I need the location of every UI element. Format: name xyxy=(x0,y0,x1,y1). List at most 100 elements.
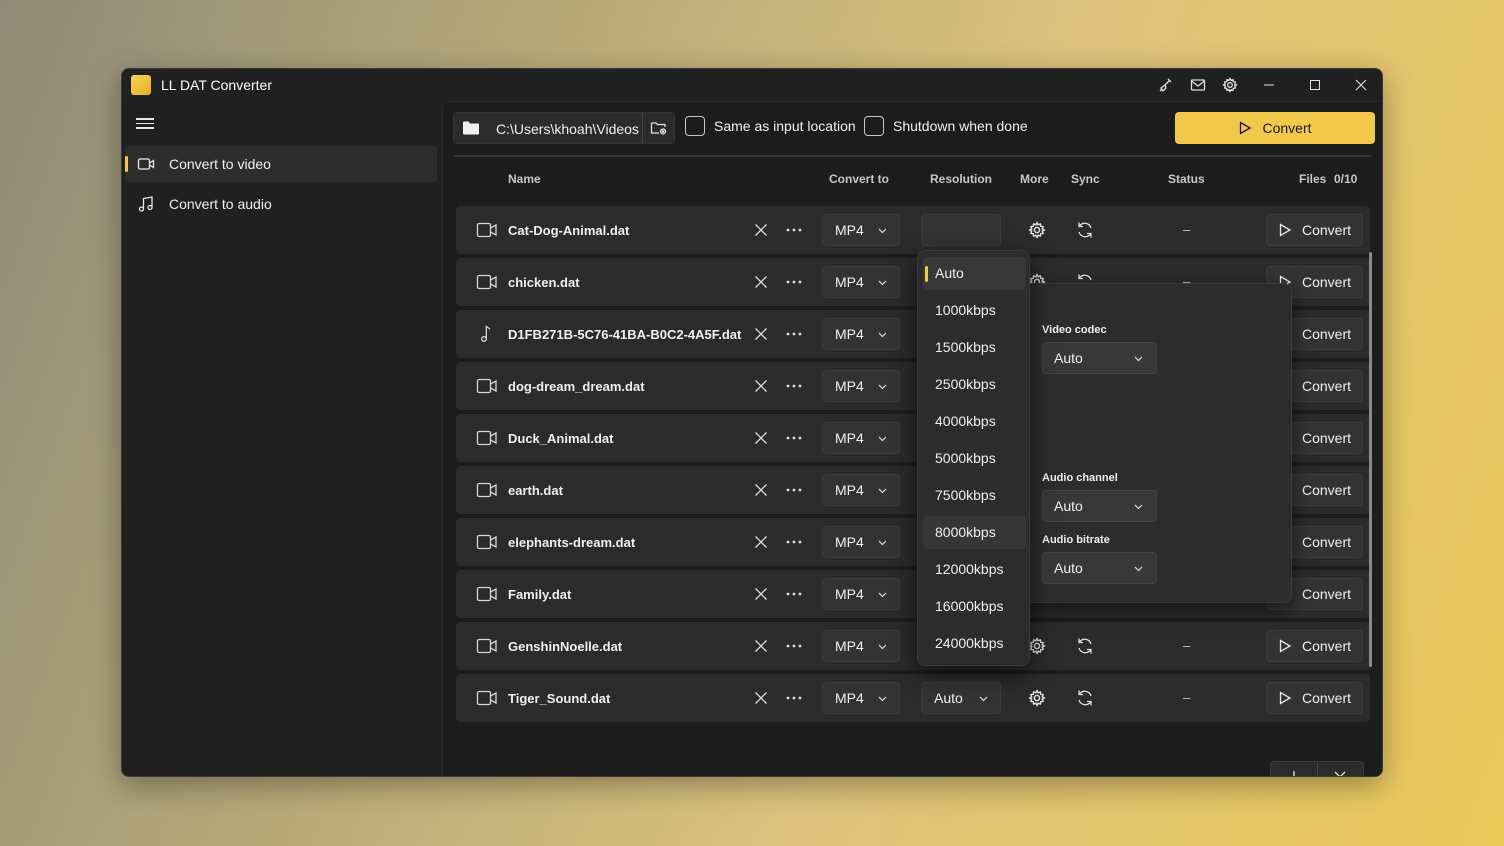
more-options-icon[interactable] xyxy=(786,540,802,544)
title-bar: LL DAT Converter xyxy=(122,69,1382,101)
bitrate-option[interactable]: 8000kbps xyxy=(923,516,1026,549)
checkbox-box[interactable] xyxy=(685,116,705,136)
file-name: Tiger_Sound.dat xyxy=(508,691,611,706)
format-dropdown[interactable]: MP4 xyxy=(822,370,900,402)
bitrate-option[interactable]: 24000kbps xyxy=(923,627,1026,660)
bitrate-option[interactable]: 12000kbps xyxy=(923,553,1026,586)
bitrate-option[interactable]: 7500kbps xyxy=(923,479,1026,512)
maximize-button[interactable] xyxy=(1292,69,1338,101)
format-dropdown[interactable]: MP4 xyxy=(822,474,900,506)
bitrate-option[interactable]: 16000kbps xyxy=(923,590,1026,623)
file-row[interactable]: GenshinNoelle.datMP4Auto–Convert xyxy=(456,622,1370,670)
format-dropdown[interactable]: MP4 xyxy=(822,422,900,454)
play-icon xyxy=(1279,223,1292,237)
format-dropdown[interactable]: MP4 xyxy=(822,526,900,558)
convert-file-button[interactable]: Convert xyxy=(1266,214,1363,246)
more-options-icon[interactable] xyxy=(786,228,802,232)
bitrate-option[interactable]: 2500kbps xyxy=(923,368,1026,401)
sync-icon[interactable] xyxy=(1076,221,1094,239)
chevron-down-icon xyxy=(878,228,887,234)
video-codec-value: Auto xyxy=(1054,350,1083,366)
app-title: LL DAT Converter xyxy=(161,77,273,93)
video-icon xyxy=(476,638,497,654)
bitrate-option[interactable]: 4000kbps xyxy=(923,405,1026,438)
video-codec-dropdown[interactable]: Auto xyxy=(1042,342,1157,374)
format-dropdown[interactable]: MP4 xyxy=(822,578,900,610)
bitrate-option[interactable]: 5000kbps xyxy=(923,442,1026,475)
format-dropdown[interactable]: MP4 xyxy=(822,266,900,298)
scrollbar[interactable] xyxy=(1369,252,1372,667)
clear-all-button[interactable] xyxy=(1316,762,1364,776)
column-header-sync: Sync xyxy=(1071,172,1100,186)
more-options-icon[interactable] xyxy=(786,436,802,440)
format-dropdown[interactable]: MP4 xyxy=(822,214,900,246)
format-dropdown[interactable]: MP4 xyxy=(822,682,900,714)
divider xyxy=(453,155,1372,157)
remove-file-icon[interactable] xyxy=(754,483,768,497)
column-header-resolution: Resolution xyxy=(930,172,992,186)
format-dropdown[interactable]: MP4 xyxy=(822,630,900,662)
more-options-icon[interactable] xyxy=(786,592,802,596)
convert-file-button[interactable]: Convert xyxy=(1266,630,1363,662)
gear-icon[interactable] xyxy=(1028,637,1046,655)
more-options-icon[interactable] xyxy=(786,384,802,388)
remove-file-icon[interactable] xyxy=(754,639,768,653)
same-as-input-checkbox[interactable]: Same as input location xyxy=(685,116,856,136)
format-dropdown[interactable]: MP4 xyxy=(822,318,900,350)
checkbox-box[interactable] xyxy=(864,116,884,136)
shutdown-when-done-checkbox[interactable]: Shutdown when done xyxy=(864,116,1028,136)
bitrate-option[interactable]: 1000kbps xyxy=(923,294,1026,327)
remove-file-icon[interactable] xyxy=(754,587,768,601)
convert-all-button[interactable]: Convert xyxy=(1175,112,1375,144)
remove-file-icon[interactable] xyxy=(754,535,768,549)
browse-folder-button[interactable] xyxy=(642,113,674,143)
video-icon xyxy=(476,482,497,498)
output-path-box[interactable]: C:\Users\khoah\Videos xyxy=(453,112,675,144)
remove-file-icon[interactable] xyxy=(754,379,768,393)
resolution-value: Auto xyxy=(934,690,963,706)
bitrate-option-label: 5000kbps xyxy=(935,450,996,466)
bitrate-option[interactable]: Auto xyxy=(923,257,1026,290)
sync-icon[interactable] xyxy=(1076,637,1094,655)
format-value: MP4 xyxy=(835,482,864,498)
more-options-icon[interactable] xyxy=(786,332,802,336)
video-icon xyxy=(476,274,497,290)
format-value: MP4 xyxy=(835,638,864,654)
status-text: – xyxy=(1183,638,1191,653)
gear-icon[interactable] xyxy=(1028,221,1046,239)
more-options-icon[interactable] xyxy=(786,644,802,648)
resolution-dropdown[interactable] xyxy=(921,214,1001,246)
add-file-button[interactable] xyxy=(1271,762,1317,776)
hamburger-menu-icon[interactable] xyxy=(136,115,154,131)
bitrate-option[interactable]: 1500kbps xyxy=(923,331,1026,364)
convert-file-button[interactable]: Convert xyxy=(1266,682,1363,714)
gear-icon[interactable] xyxy=(1028,689,1046,707)
checkbox-label: Same as input location xyxy=(714,118,856,134)
play-icon xyxy=(1279,639,1292,653)
remove-file-icon[interactable] xyxy=(754,691,768,705)
audio-bitrate-dropdown[interactable]: Auto xyxy=(1042,552,1157,584)
remove-file-icon[interactable] xyxy=(754,275,768,289)
files-count: 0/10 xyxy=(1334,172,1358,186)
sync-icon[interactable] xyxy=(1076,689,1094,707)
sidebar-item-convert-to-audio[interactable]: Convert to audio xyxy=(125,186,437,222)
file-row[interactable]: Tiger_Sound.dat MP4 Auto – Convert xyxy=(456,674,1370,722)
remove-file-icon[interactable] xyxy=(754,223,768,237)
sidebar-item-convert-to-video[interactable]: Convert to video xyxy=(125,146,437,182)
column-header-name: Name xyxy=(508,172,541,186)
resolution-dropdown[interactable]: Auto xyxy=(921,682,1001,714)
remove-file-icon[interactable] xyxy=(754,431,768,445)
bitrate-option-label: 4000kbps xyxy=(935,413,996,429)
close-button[interactable] xyxy=(1338,69,1382,101)
more-options-icon[interactable] xyxy=(786,488,802,492)
output-path-text: C:\Users\khoah\Videos xyxy=(496,121,639,137)
minimize-button[interactable] xyxy=(1246,69,1292,101)
audio-channel-dropdown[interactable]: Auto xyxy=(1042,490,1157,522)
sidebar: Convert to video Convert to audio xyxy=(122,101,442,776)
more-options-icon[interactable] xyxy=(786,280,802,284)
file-row[interactable]: Cat-Dog-Animal.dat MP4 – Convert xyxy=(456,206,1370,254)
folder-icon xyxy=(463,121,479,135)
remove-file-icon[interactable] xyxy=(754,327,768,341)
convert-label: Convert xyxy=(1301,378,1352,394)
more-options-icon[interactable] xyxy=(786,696,802,700)
